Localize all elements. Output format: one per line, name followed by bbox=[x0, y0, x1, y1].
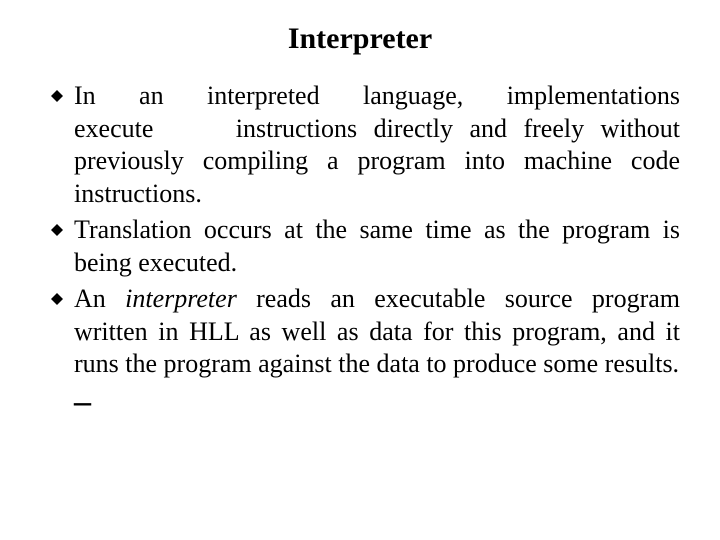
italic-text: interpreter bbox=[125, 284, 237, 313]
text-fragment: An bbox=[74, 284, 125, 313]
slide: Interpreter In an interpreted language, … bbox=[0, 0, 720, 540]
list-item: Translation occurs at the same time as t… bbox=[40, 214, 680, 279]
bullet-list: In an interpreted language, implementati… bbox=[40, 80, 680, 419]
bullet-text: Translation occurs at the same time as t… bbox=[74, 214, 680, 279]
diamond-bullet-icon bbox=[40, 214, 74, 236]
diamond-bullet-icon bbox=[40, 283, 74, 305]
list-item: An interpreter reads an executable sourc… bbox=[40, 283, 680, 381]
bullet-text: In an interpreted language, implementati… bbox=[74, 80, 680, 210]
bullet-text: An interpreter reads an executable sourc… bbox=[74, 283, 680, 381]
slide-title: Interpreter bbox=[40, 22, 680, 56]
list-item: In an interpreted language, implementati… bbox=[40, 80, 680, 210]
text-fragment: instructions directly and freely without… bbox=[74, 114, 680, 208]
diamond-bullet-icon bbox=[40, 80, 74, 102]
sub-bullet-dash: – bbox=[40, 385, 680, 419]
